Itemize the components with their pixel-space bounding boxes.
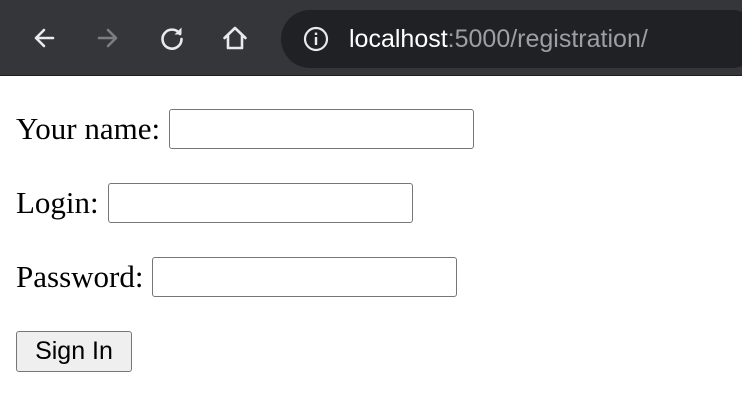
reload-icon (161, 27, 183, 50)
browser-toolbar: localhost:5000/registration/ (0, 0, 742, 76)
back-arrow-icon (34, 28, 55, 48)
reload-button[interactable] (152, 18, 192, 58)
back-button[interactable] (24, 18, 64, 58)
sign-in-button[interactable]: Sign In (16, 331, 132, 372)
home-icon (223, 26, 247, 50)
password-label: Password: (16, 259, 144, 294)
password-input[interactable] (152, 257, 458, 297)
forward-arrow-icon (97, 28, 118, 48)
name-label: Your name: (16, 111, 161, 146)
url-path: :5000/registration/ (447, 25, 648, 53)
forward-button[interactable] (88, 18, 128, 58)
name-input[interactable] (169, 109, 475, 149)
info-icon[interactable] (303, 26, 329, 52)
home-button[interactable] (215, 18, 255, 58)
login-row: Login: (16, 183, 413, 223)
url-host: localhost (349, 25, 448, 53)
login-input[interactable] (107, 183, 413, 223)
name-row: Your name: (16, 109, 475, 149)
address-bar[interactable]: localhost:5000/registration/ (281, 10, 742, 68)
login-label: Login: (16, 185, 99, 220)
url-text[interactable]: localhost:5000/registration/ (349, 10, 648, 68)
password-row: Password: (16, 257, 458, 297)
